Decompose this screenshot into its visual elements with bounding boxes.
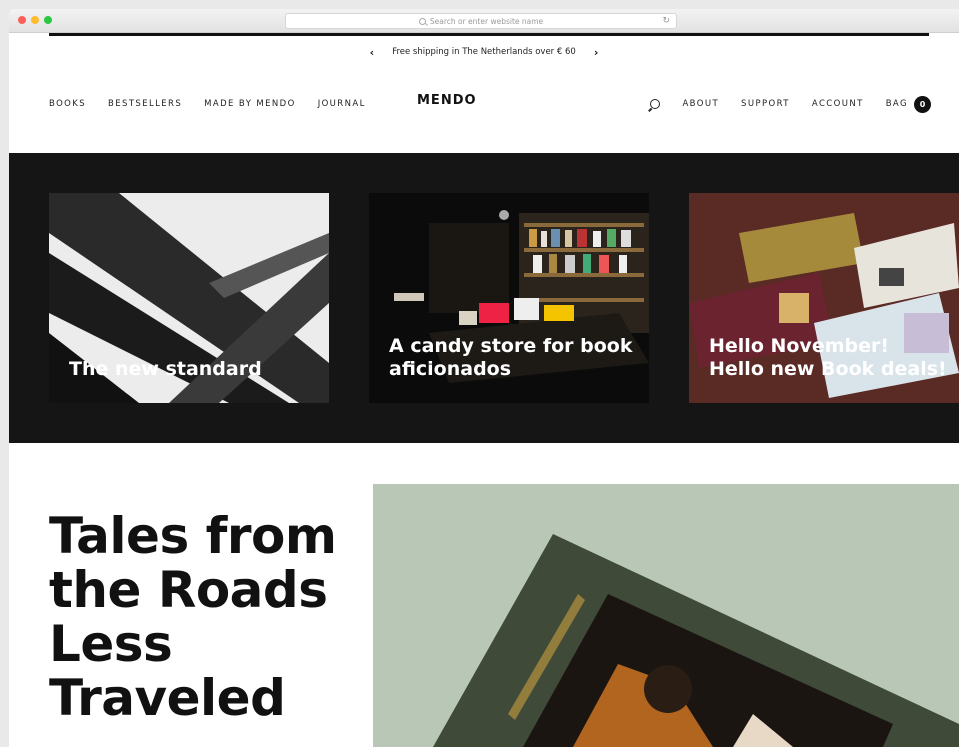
feature-card-standard[interactable]: The new standard — [49, 193, 329, 403]
search-icon — [418, 17, 426, 25]
bag-label: BAG — [885, 99, 908, 109]
nav-account[interactable]: ACCOUNT — [812, 99, 864, 109]
address-bar[interactable]: Search or enter website name ↻ — [285, 13, 677, 29]
feature-band: The new standard A candy store for book … — [9, 153, 959, 443]
minimize-window-button[interactable] — [31, 16, 39, 24]
nav-about[interactable]: ABOUT — [682, 99, 719, 109]
promo-next-icon[interactable]: › — [594, 46, 599, 59]
feature-caption: The new standard — [69, 358, 262, 381]
brand-logo[interactable]: MENDO — [417, 93, 477, 108]
main-nav: BOOKS BESTSELLERS MADE BY MENDO JOURNAL … — [49, 95, 931, 113]
nav-support[interactable]: SUPPORT — [741, 99, 790, 109]
bag-button[interactable]: BAG 0 — [885, 95, 931, 113]
nav-made-by-mendo[interactable]: MADE BY MENDO — [204, 99, 296, 109]
reload-icon[interactable]: ↻ — [662, 16, 670, 26]
address-bar-placeholder: Search or enter website name — [429, 16, 544, 26]
nav-books[interactable]: BOOKS — [49, 99, 86, 109]
hero-headline: Tales from the Roads Less Traveled — [49, 507, 337, 727]
close-window-button[interactable] — [18, 16, 26, 24]
nav-bestsellers[interactable]: BESTSELLERS — [108, 99, 182, 109]
search-icon[interactable] — [650, 99, 661, 109]
feature-card-november[interactable]: Hello November! Hello new Book deals! — [689, 193, 959, 403]
top-rule — [49, 33, 929, 36]
feature-caption: Hello November! Hello new Book deals! — [709, 335, 947, 381]
promo-bar: ‹ Free shipping in The Netherlands over … — [9, 45, 959, 59]
promo-text: Free shipping in The Netherlands over € … — [392, 47, 576, 57]
page: ‹ Free shipping in The Netherlands over … — [9, 33, 959, 747]
feature-card-bookstore[interactable]: A candy store for book aficionados — [369, 193, 649, 403]
feature-caption: A candy store for book aficionados — [389, 335, 633, 381]
promo-prev-icon[interactable]: ‹ — [370, 46, 375, 59]
browser-toolbar: Search or enter website name ↻ — [9, 9, 959, 33]
zoom-window-button[interactable] — [44, 16, 52, 24]
book-cover-image — [373, 484, 959, 747]
nav-journal[interactable]: JOURNAL — [318, 99, 366, 109]
bag-count-badge: 0 — [914, 95, 931, 113]
hero-image[interactable] — [373, 484, 959, 747]
